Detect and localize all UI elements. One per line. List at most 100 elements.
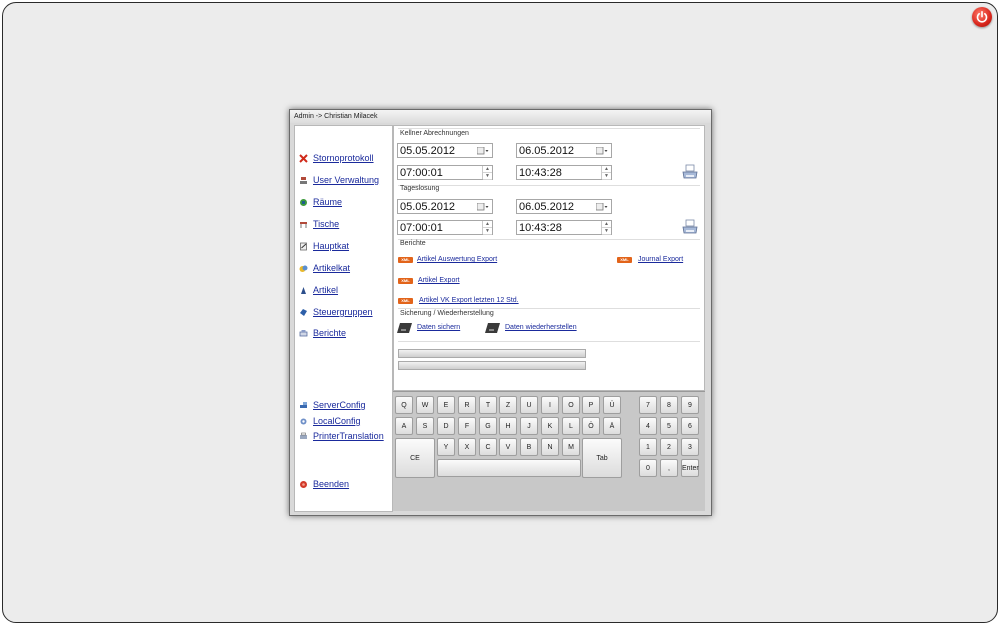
calendar-dropdown-icon[interactable] (596, 147, 608, 155)
spin-down-icon[interactable]: ▼ (602, 228, 611, 235)
key-8[interactable]: 8 (660, 396, 678, 414)
power-button[interactable] (972, 7, 992, 27)
key-c[interactable]: C (479, 438, 497, 456)
spin-down-icon[interactable]: ▼ (602, 173, 611, 180)
tageslosung-date-from[interactable]: 05.05.2012 (397, 199, 493, 214)
sidebar-item-berichte[interactable]: Berichte (299, 326, 346, 340)
key-i[interactable]: I (541, 396, 559, 414)
key-7[interactable]: 7 (639, 396, 657, 414)
calendar-dropdown-icon[interactable] (477, 147, 489, 155)
progress-bar-1 (398, 349, 586, 358)
key-enter[interactable]: Enter (681, 459, 699, 477)
key-1[interactable]: 1 (639, 438, 657, 456)
sidebar-item-artikel[interactable]: Artikel (299, 283, 338, 297)
key-h[interactable]: H (499, 417, 517, 435)
key-p[interactable]: P (582, 396, 600, 414)
sidebar-item-stornoprotokoll[interactable]: Stornoprotokoll (299, 151, 374, 165)
key-q[interactable]: Q (395, 396, 413, 414)
spin-up-icon[interactable]: ▲ (602, 221, 611, 228)
sidebar: Stornoprotokoll User Verwaltung Räume Ti… (294, 125, 393, 512)
section-title-sicherung: Sicherung / Wiederherstellung (400, 310, 494, 317)
spin-down-icon[interactable]: ▼ (483, 173, 492, 180)
spin-up-icon[interactable]: ▲ (602, 166, 611, 173)
key-space[interactable] (437, 459, 581, 477)
key-r[interactable]: R (458, 396, 476, 414)
key-b[interactable]: B (520, 438, 538, 456)
time-spinner[interactable]: ▲ ▼ (601, 166, 611, 180)
key-3[interactable]: 3 (681, 438, 699, 456)
time-spinner[interactable]: ▲ ▼ (482, 166, 492, 180)
kellner-time-to[interactable]: 10:43:28 ▲ ▼ (516, 165, 612, 180)
key-u[interactable]: U (520, 396, 538, 414)
kellner-time-from[interactable]: 07:00:01 ▲ ▼ (397, 165, 493, 180)
link-artikel-export[interactable]: Artikel Export (418, 277, 460, 284)
key-m[interactable]: M (562, 438, 580, 456)
key-6[interactable]: 6 (681, 417, 699, 435)
key-2[interactable]: 2 (660, 438, 678, 456)
calendar-dropdown-icon[interactable] (477, 203, 489, 211)
save-data-link[interactable]: Daten sichern (417, 324, 460, 331)
key-j[interactable]: J (520, 417, 538, 435)
key-0[interactable]: 0 (639, 459, 657, 477)
link-artikel-vk-export[interactable]: Artikel VK Export letzten 12 Std. (419, 297, 519, 304)
reports-icon (299, 329, 308, 336)
key-a[interactable]: A (395, 417, 413, 435)
sidebar-item-label: Tische (313, 219, 340, 229)
print-kellner-icon[interactable] (682, 164, 698, 180)
key-oe[interactable]: Ö (582, 417, 600, 435)
sidebar-item-beenden[interactable]: Beenden (299, 477, 349, 491)
link-artikel-auswertung-export[interactable]: Artikel Auswertung Export (417, 256, 497, 263)
key-s[interactable]: S (416, 417, 434, 435)
link-journal-export[interactable]: Journal Export (638, 256, 683, 263)
save-drive-icon[interactable] (397, 322, 413, 334)
restore-drive-icon[interactable] (485, 322, 501, 334)
sidebar-item-steuergruppen[interactable]: Steuergruppen (299, 305, 373, 319)
key-x[interactable]: X (458, 438, 476, 456)
time-spinner[interactable]: ▲ ▼ (482, 221, 492, 235)
kellner-date-from[interactable]: 05.05.2012 (397, 143, 493, 158)
key-d[interactable]: D (437, 417, 455, 435)
sidebar-item-localconfig[interactable]: LocalConfig (299, 414, 361, 428)
sidebar-item-hauptkat[interactable]: Hauptkat (299, 239, 349, 253)
key-comma[interactable]: , (660, 459, 678, 477)
tageslosung-time-from[interactable]: 07:00:01 ▲ ▼ (397, 220, 493, 235)
calendar-dropdown-icon[interactable] (596, 203, 608, 211)
key-4[interactable]: 4 (639, 417, 657, 435)
print-tageslosung-icon[interactable] (682, 219, 698, 235)
sidebar-item-serverconfig[interactable]: ServerConfig (299, 398, 366, 412)
key-ce[interactable]: CE (395, 438, 435, 478)
key-l[interactable]: L (562, 417, 580, 435)
sidebar-item-artikelkat[interactable]: Artikelkat (299, 261, 350, 275)
key-ae[interactable]: Ä (603, 417, 621, 435)
tageslosung-date-to[interactable]: 06.05.2012 (516, 199, 612, 214)
key-9[interactable]: 9 (681, 396, 699, 414)
spin-up-icon[interactable]: ▲ (483, 221, 492, 228)
sidebar-item-user-verwaltung[interactable]: User Verwaltung (299, 173, 379, 187)
sidebar-item-printertranslation[interactable]: PrinterTranslation (299, 429, 384, 443)
key-ue[interactable]: Ü (603, 396, 621, 414)
key-5[interactable]: 5 (660, 417, 678, 435)
sidebar-item-tische[interactable]: Tische (299, 217, 339, 231)
restore-data-link[interactable]: Daten wiederherstellen (505, 324, 577, 331)
key-z[interactable]: Z (499, 396, 517, 414)
key-v[interactable]: V (499, 438, 517, 456)
key-tab[interactable]: Tab (582, 438, 622, 478)
key-n[interactable]: N (541, 438, 559, 456)
key-w[interactable]: W (416, 396, 434, 414)
key-y[interactable]: Y (437, 438, 455, 456)
key-e[interactable]: E (437, 396, 455, 414)
tageslosung-time-to[interactable]: 10:43:28 ▲ ▼ (516, 220, 612, 235)
key-t[interactable]: T (479, 396, 497, 414)
key-g[interactable]: G (479, 417, 497, 435)
key-k[interactable]: K (541, 417, 559, 435)
key-o[interactable]: O (562, 396, 580, 414)
spin-up-icon[interactable]: ▲ (483, 166, 492, 173)
kellner-date-to[interactable]: 06.05.2012 (516, 143, 612, 158)
key-f[interactable]: F (458, 417, 476, 435)
spin-down-icon[interactable]: ▼ (483, 228, 492, 235)
sidebar-item-label: Artikel (313, 285, 339, 295)
time-spinner[interactable]: ▲ ▼ (601, 221, 611, 235)
progress-bar-2 (398, 361, 586, 370)
sidebar-item-label: Hauptkat (313, 241, 350, 251)
sidebar-item-raeume[interactable]: Räume (299, 195, 342, 209)
